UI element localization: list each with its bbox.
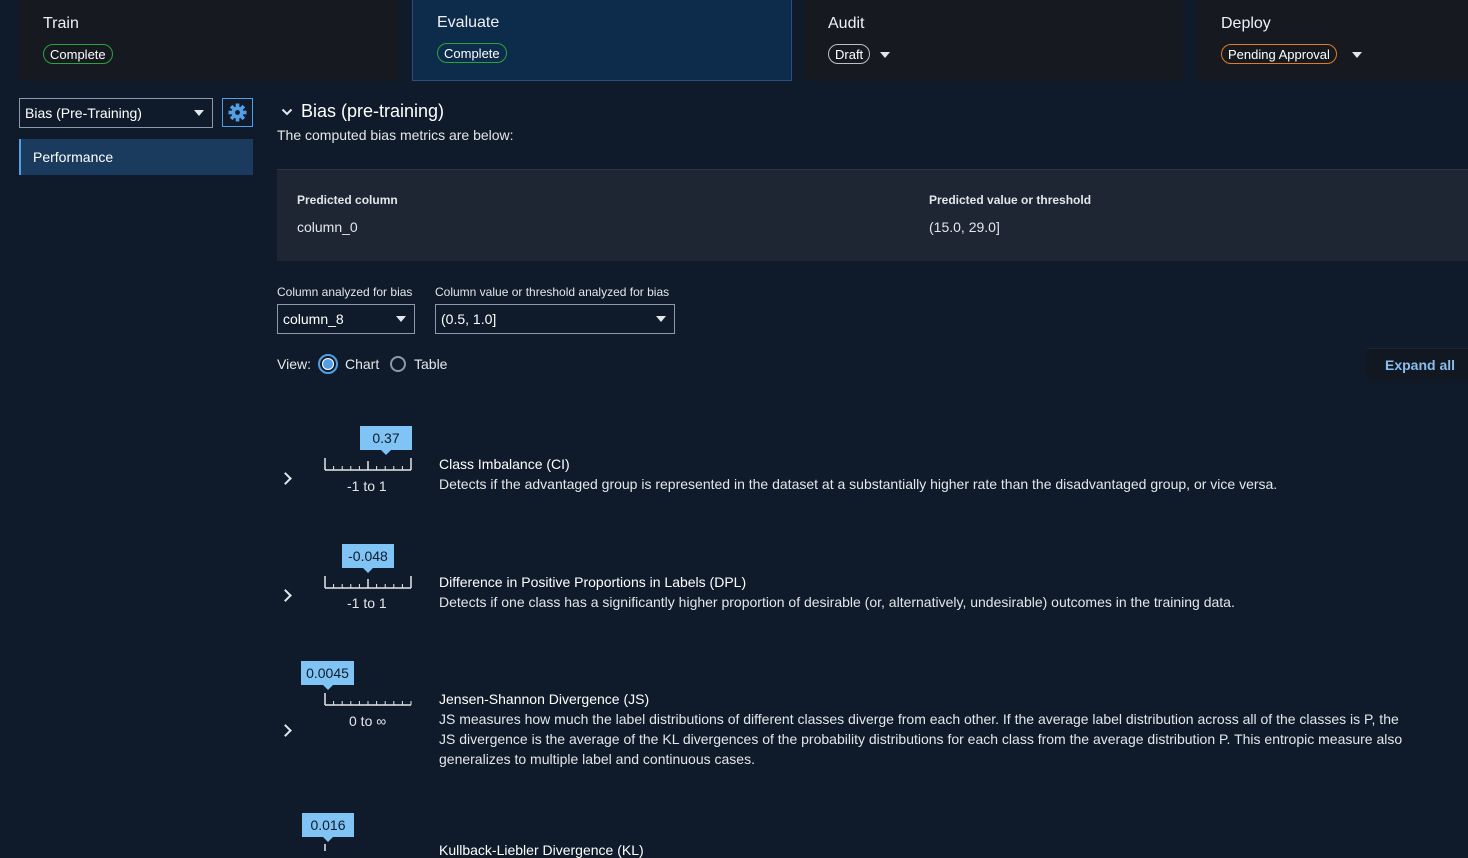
stage-train[interactable]: Train Complete [19, 0, 398, 81]
predicted-info-panel: Predicted column column_0 Predicted valu… [277, 169, 1468, 261]
predicted-column-value: column_0 [297, 219, 358, 235]
status-dropdown-icon[interactable] [880, 52, 890, 58]
stage-deploy[interactable]: Deploy Pending Approval [1197, 0, 1468, 81]
table-radio[interactable] [390, 356, 406, 372]
table-radio-label[interactable]: Table [414, 356, 447, 372]
metric-title: Difference in Positive Proportions in La… [439, 574, 747, 590]
stage-title: Deploy [1221, 15, 1271, 32]
expand-all-label: Expand all [1385, 357, 1456, 373]
expand-chevron-icon[interactable] [279, 589, 292, 602]
metric-scale-ruler [324, 458, 412, 471]
expand-all-button[interactable]: Expand all [1367, 348, 1468, 381]
gear-icon [228, 103, 247, 122]
chevron-down-icon[interactable] [281, 107, 293, 117]
sidebar-item-performance[interactable]: Performance [19, 139, 253, 175]
metric-range: -1 to 1 [347, 595, 387, 611]
status-badge: Complete [437, 43, 507, 63]
predicted-value-label: Predicted value or threshold [929, 193, 1092, 207]
metric-range: 0 to ∞ [349, 713, 387, 729]
metric-scale-ruler [324, 693, 412, 706]
predicted-column-label: Predicted column [297, 193, 398, 207]
column-analyzed-label: Column analyzed for bias [277, 285, 413, 299]
threshold-analyzed-value: (0.5, 1.0] [441, 311, 497, 327]
expand-chevron-icon[interactable] [279, 472, 292, 485]
stage-title: Audit [828, 15, 865, 32]
stage-evaluate[interactable]: Evaluate Complete [412, 0, 792, 81]
metric-scale-ruler [324, 844, 326, 851]
column-analyzed-value: column_8 [283, 311, 344, 327]
chevron-down-icon [194, 110, 204, 116]
metric-title: Jensen-Shannon Divergence (JS) [439, 691, 650, 707]
stage-title: Train [43, 15, 79, 32]
metric-description: JS measures how much the label distribut… [439, 711, 1403, 767]
expand-chevron-icon[interactable] [279, 724, 292, 737]
status-badge: Pending Approval [1221, 44, 1337, 64]
threshold-analyzed-label: Column value or threshold analyzed for b… [435, 285, 670, 299]
metric-value-tag: 0.0045 [301, 661, 354, 690]
status-badge: Complete [43, 44, 113, 64]
predicted-value-value: (15.0, 29.0] [929, 219, 1000, 235]
stage-title: Evaluate [437, 14, 500, 31]
metric-title: Class Imbalance (CI) [439, 456, 570, 472]
settings-button[interactable] [222, 98, 253, 127]
chevron-down-icon [656, 316, 666, 322]
metric-range: -1 to 1 [347, 478, 387, 494]
stage-audit[interactable]: Audit Draft [804, 0, 1183, 81]
metric-description: Detects if one class has a significantly… [439, 594, 1235, 610]
metric-value-tag: 0.016 [302, 813, 354, 842]
chevron-down-icon [396, 316, 406, 322]
sidebar-item-label: Performance [33, 149, 114, 165]
section-subtitle: The computed bias metrics are below: [277, 127, 514, 143]
chart-radio[interactable] [318, 354, 338, 374]
status-badge: Draft [828, 44, 871, 64]
section-title: Bias (pre-training) [301, 101, 445, 121]
status-dropdown-icon[interactable] [1352, 52, 1362, 58]
view-label: View: [277, 356, 311, 372]
column-analyzed-select[interactable]: column_8 [277, 304, 415, 334]
report-type-select[interactable]: Bias (Pre-Training) [19, 98, 213, 128]
metric-description: Detects if the advantaged group is repre… [439, 476, 1278, 492]
metric-value-tag: 0.37 [360, 426, 412, 455]
metric-value-tag: -0.048 [342, 544, 394, 573]
metric-title: Kullback-Liebler Divergence (KL) [439, 842, 644, 858]
metric-scale-ruler [324, 576, 412, 589]
report-type-value: Bias (Pre-Training) [25, 105, 142, 121]
chart-radio-label[interactable]: Chart [345, 356, 379, 372]
threshold-analyzed-select[interactable]: (0.5, 1.0] [435, 304, 675, 334]
